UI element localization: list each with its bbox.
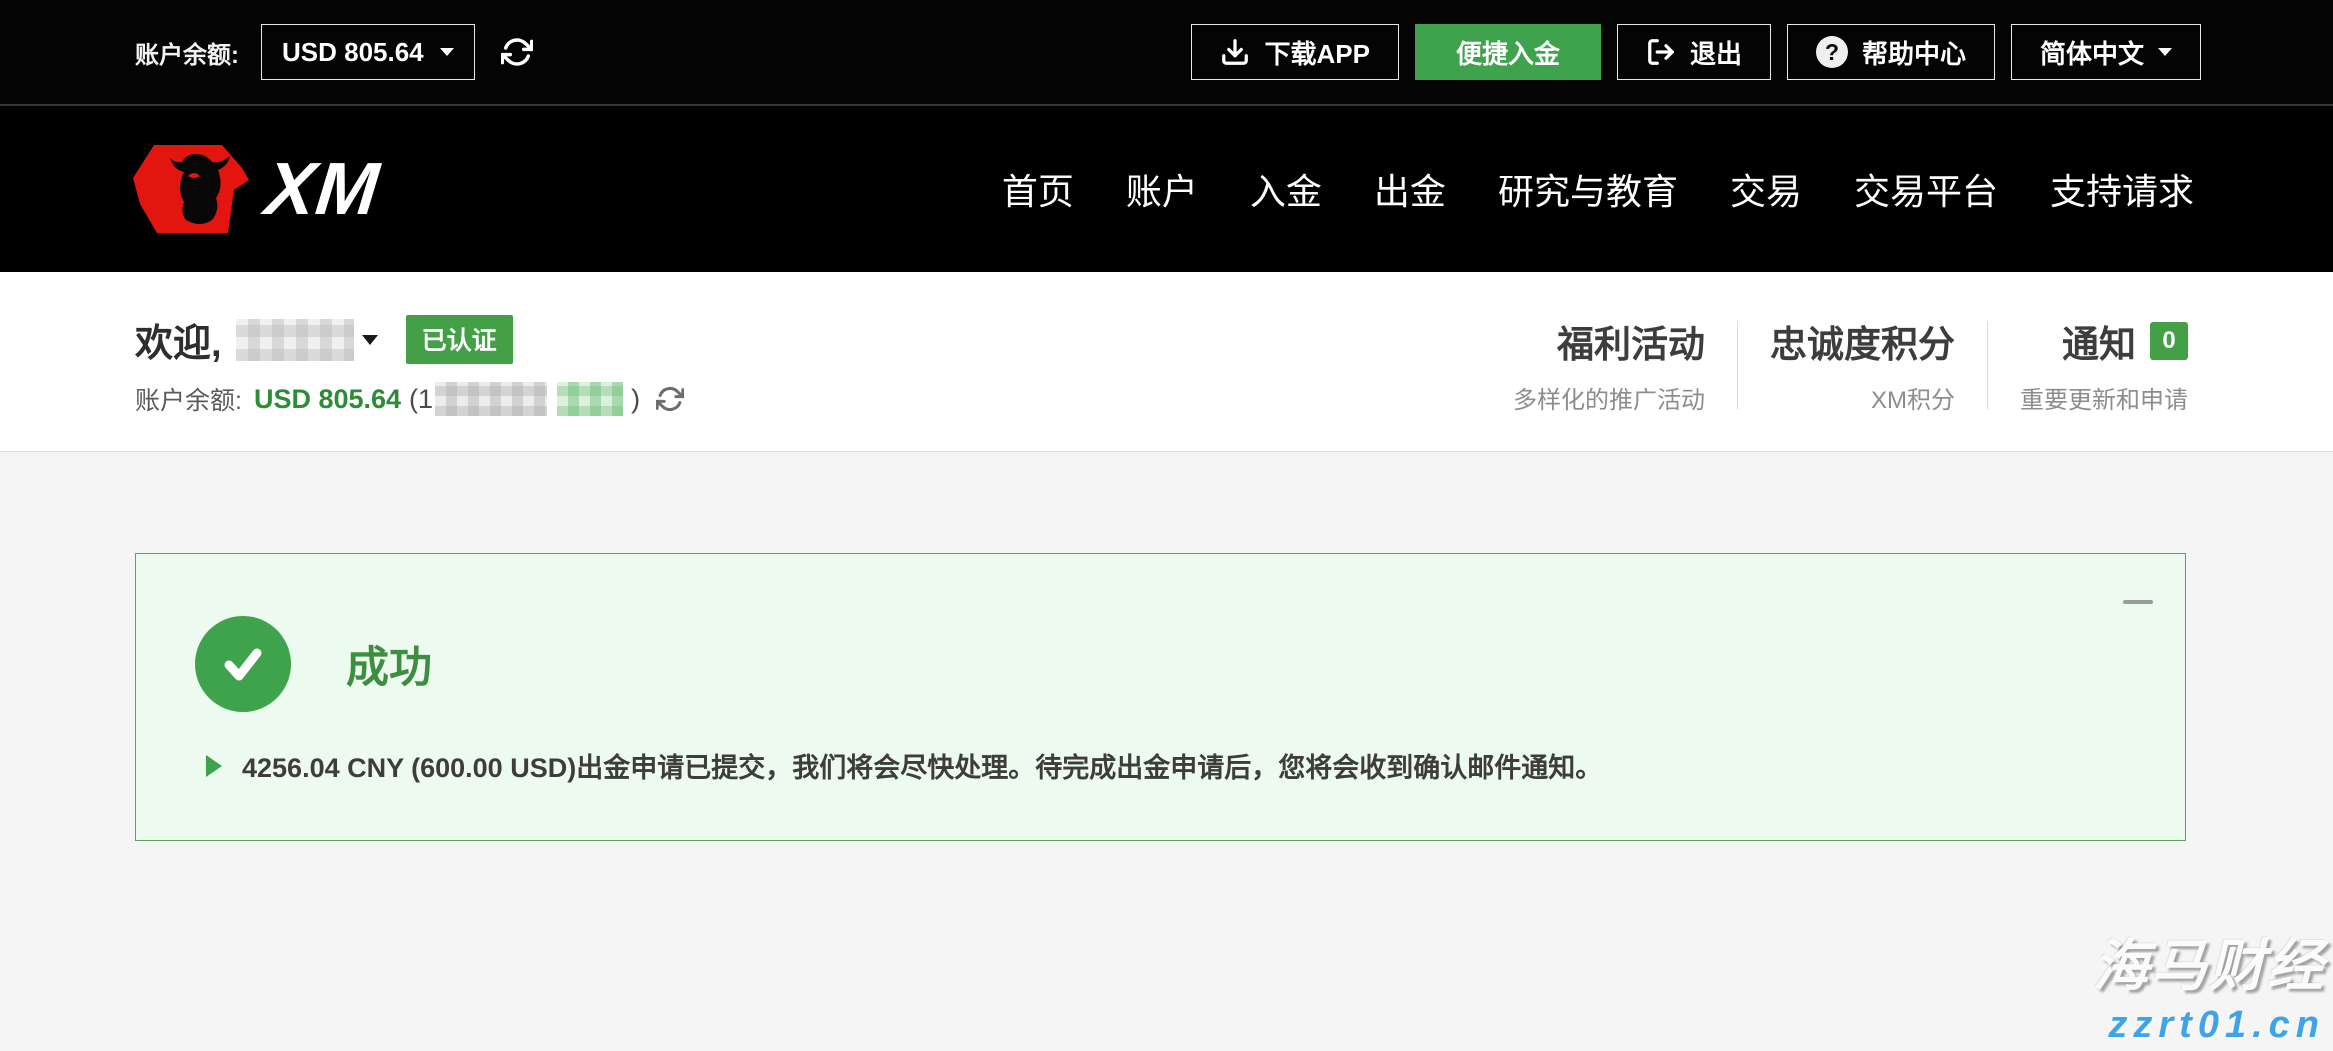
nav-item-deposit[interactable]: 入金	[1250, 163, 1322, 215]
nav-item-withdraw[interactable]: 出金	[1374, 163, 1446, 215]
main-content: 成功 4256.04 CNY (600.00 USD)出金申请已提交，我们将会尽…	[0, 452, 2333, 1051]
username-dropdown[interactable]	[236, 319, 378, 361]
loyalty-title: 忠诚度积分	[1770, 314, 1955, 368]
notifications-title: 通知 0	[2020, 314, 2188, 368]
censored-account-tag	[557, 382, 623, 416]
topbar: 账户余额: USD 805.64 下载APP 便捷入金 退出 ?	[0, 0, 2333, 106]
language-label: 简体中文	[2040, 34, 2144, 71]
help-question-icon: ?	[1816, 36, 1848, 68]
watermark-site-url: zzrt01.cn	[2093, 1004, 2325, 1047]
nav-item-support[interactable]: 支持请求	[2050, 163, 2194, 215]
download-app-label: 下载APP	[1264, 34, 1369, 71]
help-center-button[interactable]: ? 帮助中心	[1787, 24, 1995, 80]
nav-item-platforms[interactable]: 交易平台	[1854, 163, 1998, 215]
refresh-icon	[656, 385, 684, 413]
topbar-balance-group: 账户余额: USD 805.64	[135, 24, 533, 80]
refresh-icon	[501, 36, 533, 68]
refresh-account-balance-button[interactable]	[656, 385, 684, 413]
censored-username	[236, 319, 354, 361]
easy-deposit-button[interactable]: 便捷入金	[1415, 24, 1601, 80]
xm-members-page: 账户余额: USD 805.64 下载APP 便捷入金 退出 ?	[0, 0, 2333, 1051]
logout-label: 退出	[1690, 34, 1742, 71]
balance-value: USD 805.64	[282, 37, 424, 68]
success-panel: 成功 4256.04 CNY (600.00 USD)出金申请已提交，我们将会尽…	[135, 553, 2186, 841]
chevron-down-icon	[440, 48, 454, 56]
greeting-text: 欢迎,	[135, 312, 222, 367]
balance-label: 账户余额:	[135, 381, 242, 417]
account-balance-row: 账户余额: USD 805.64 (1 )	[135, 381, 684, 417]
chevron-down-icon	[2158, 48, 2172, 56]
account-balance-dropdown[interactable]: USD 805.64	[261, 24, 475, 80]
collapse-panel-button[interactable]	[2123, 600, 2153, 604]
xm-bull-emblem-icon	[130, 142, 252, 236]
success-title: 成功	[346, 633, 432, 695]
success-message-row: 4256.04 CNY (600.00 USD)出金申请已提交，我们将会尽快处理…	[136, 746, 2185, 785]
account-number-suffix: )	[631, 384, 640, 415]
promotions-link[interactable]: 福利活动 多样化的推广活动	[1513, 314, 1705, 415]
nav-item-research-education[interactable]: 研究与教育	[1498, 163, 1678, 215]
download-app-button[interactable]: 下载APP	[1191, 24, 1398, 80]
welcome-user-block: 欢迎, 已认证 账户余额: USD 805.64 (1 )	[135, 312, 684, 417]
topbar-balance-label: 账户余额:	[135, 35, 239, 70]
chevron-down-icon	[362, 335, 378, 345]
welcome-quick-links: 福利活动 多样化的推广活动 忠诚度积分 XM积分 通知 0 重要更新和申请	[1513, 314, 2188, 415]
logout-button[interactable]: 退出	[1617, 24, 1771, 80]
notifications-subtitle: 重要更新和申请	[2020, 380, 2188, 415]
topbar-actions: 下载APP 便捷入金 退出 ? 帮助中心 简体中文	[1191, 24, 2201, 80]
main-navbar: XM 首页 账户 入金 出金 研究与教育 交易 交易平台 支持请求	[0, 106, 2333, 272]
success-message-text: 4256.04 CNY (600.00 USD)出金申请已提交，我们将会尽快处理…	[242, 746, 1602, 785]
account-number-prefix: (1	[409, 384, 433, 415]
xm-logo-text: XM	[262, 152, 383, 226]
welcome-bar: 欢迎, 已认证 账户余额: USD 805.64 (1 )	[0, 272, 2333, 452]
notifications-title-text: 通知	[2062, 314, 2136, 368]
notifications-link[interactable]: 通知 0 重要更新和申请	[2020, 314, 2188, 415]
logout-icon	[1646, 37, 1676, 67]
success-header: 成功	[136, 616, 2185, 712]
nav-item-trading[interactable]: 交易	[1730, 163, 1802, 215]
promotions-subtitle: 多样化的推广活动	[1513, 380, 1705, 415]
nav-menu: 首页 账户 入金 出金 研究与教育 交易 交易平台 支持请求	[1002, 163, 2194, 215]
divider	[1737, 321, 1738, 409]
watermark: 海马财经 zzrt01.cn	[2093, 921, 2325, 1047]
notifications-count-badge: 0	[2150, 322, 2188, 360]
arrow-right-icon	[206, 755, 222, 777]
loyalty-subtitle: XM积分	[1770, 380, 1955, 415]
greeting-row: 欢迎, 已认证	[135, 312, 684, 367]
censored-account-number	[435, 382, 547, 416]
help-center-label: 帮助中心	[1862, 34, 1966, 71]
easy-deposit-label: 便捷入金	[1456, 34, 1560, 71]
promotions-title: 福利活动	[1513, 314, 1705, 368]
watermark-site-name: 海马财经	[2093, 921, 2325, 1002]
xm-logo[interactable]: XM	[130, 142, 379, 236]
divider	[1987, 321, 1988, 409]
success-check-icon	[195, 616, 291, 712]
nav-item-home[interactable]: 首页	[1002, 163, 1074, 215]
balance-amount: USD 805.64	[254, 384, 401, 415]
verified-badge: 已认证	[406, 315, 513, 364]
nav-item-account[interactable]: 账户	[1126, 163, 1198, 215]
language-selector-button[interactable]: 简体中文	[2011, 24, 2201, 80]
download-icon	[1220, 37, 1250, 67]
refresh-balance-button[interactable]	[501, 36, 533, 68]
loyalty-points-link[interactable]: 忠诚度积分 XM积分	[1770, 314, 1955, 415]
